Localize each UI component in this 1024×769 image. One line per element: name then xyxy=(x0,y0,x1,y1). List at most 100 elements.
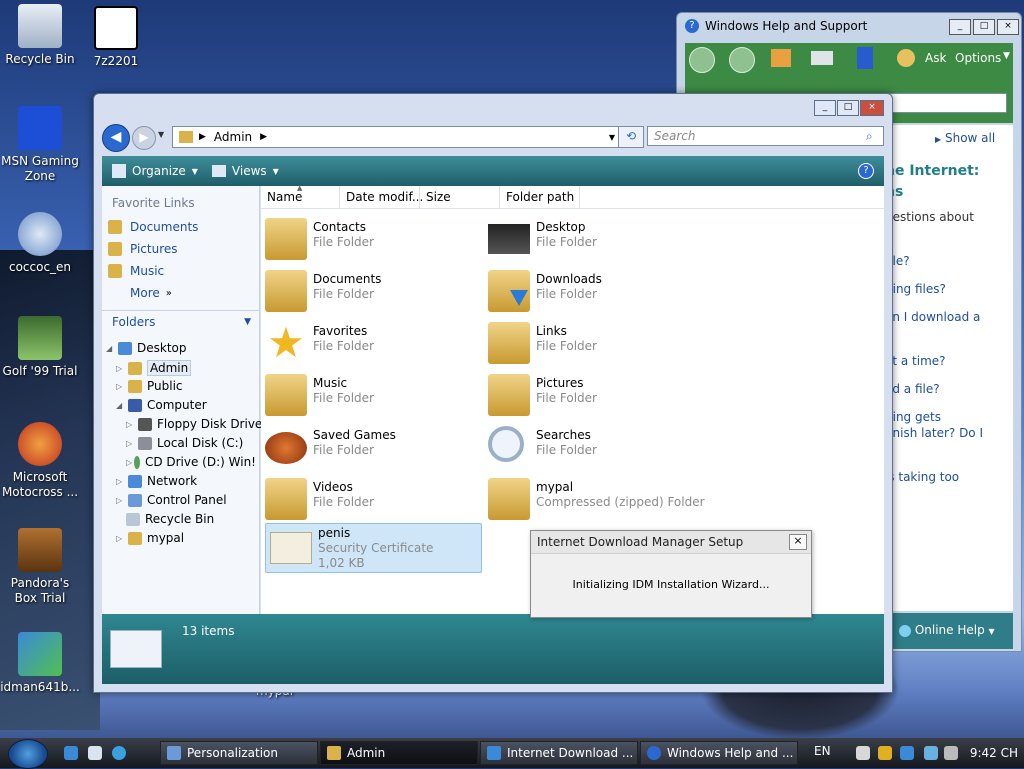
browse-help-icon[interactable] xyxy=(857,47,873,69)
maximize-button[interactable]: □ xyxy=(837,100,859,116)
ask-button[interactable]: Ask xyxy=(925,51,946,65)
help-back-icon[interactable] xyxy=(689,47,715,73)
tree-computer[interactable]: ◢ Computer xyxy=(116,398,207,412)
tree-cd-drive[interactable]: ▷ CD Drive (D:) Win! xyxy=(126,455,256,469)
tree-recycle-bin[interactable]: Recycle Bin xyxy=(126,512,214,526)
file-item-pictures[interactable]: Pictures File Folder xyxy=(484,370,699,420)
help-link[interactable]: ding gets xyxy=(885,410,941,424)
minimize-button[interactable]: _ xyxy=(949,19,971,35)
help-link[interactable]: ad a file? xyxy=(885,382,940,396)
tree-floppy[interactable]: ▷ Floppy Disk Drive xyxy=(126,417,262,431)
help-icon[interactable]: ? xyxy=(858,163,874,179)
help-link[interactable]: en I download a xyxy=(885,310,980,324)
globe-icon xyxy=(899,624,911,637)
back-button[interactable]: ◀ xyxy=(102,124,130,152)
file-item-searches[interactable]: Searches File Folder xyxy=(484,422,699,472)
recent-pages-chevron-icon[interactable]: ▼ xyxy=(158,130,164,139)
favorite-more[interactable]: More » xyxy=(130,282,259,304)
file-item-music[interactable]: Music File Folder xyxy=(261,370,476,420)
search-input[interactable]: Search xyxy=(647,126,884,146)
address-bar[interactable]: ▶ Admin ▶ ▼ xyxy=(172,126,644,148)
views-button[interactable]: Views ▼ xyxy=(211,164,279,178)
column-header-date-modified[interactable]: Date modif... xyxy=(346,190,423,204)
desktop-icon-golf[interactable]: Golf '99 Trial xyxy=(0,316,80,379)
column-header-name[interactable]: Name xyxy=(267,190,302,204)
language-indicator[interactable]: EN xyxy=(814,744,831,758)
tree-control-panel[interactable]: ▷ Control Panel xyxy=(116,493,227,507)
tray-app-icon[interactable] xyxy=(856,746,870,760)
taskbar-button-admin[interactable]: Admin xyxy=(320,741,478,765)
show-desktop-icon[interactable] xyxy=(64,746,78,760)
switch-windows-icon[interactable] xyxy=(88,746,102,760)
tree-local-disk[interactable]: ▷ Local Disk (C:) xyxy=(126,436,243,450)
help-link[interactable]: at a time? xyxy=(885,354,946,368)
file-item-downloads[interactable]: Downloads File Folder xyxy=(484,266,699,316)
clock[interactable]: 9:42 CH xyxy=(970,746,1018,760)
breadcrumb-admin[interactable]: Admin xyxy=(214,130,252,144)
file-item-favorites[interactable]: ★ Favorites File Folder xyxy=(261,318,476,368)
address-dropdown-icon[interactable]: ▼ xyxy=(609,133,615,142)
desktop-icon-label: Golf '99 Trial xyxy=(2,364,78,378)
start-button[interactable] xyxy=(8,739,48,769)
desktop-icon-recycle-bin[interactable]: Recycle Bin xyxy=(0,4,80,67)
desktop-icon-7z2201[interactable]: 7z2201 xyxy=(76,6,156,69)
desktop-icon-pandoras-box[interactable]: Pandora's Box Trial xyxy=(0,528,80,606)
favorite-documents[interactable]: Documents xyxy=(108,216,259,238)
tray-download-icon[interactable] xyxy=(900,746,914,760)
network-icon[interactable] xyxy=(924,746,938,760)
navigation-pane: Favorite Links Documents Pictures Music … xyxy=(102,186,262,614)
taskbar-button-help[interactable]: Windows Help and ... xyxy=(640,741,798,765)
desktop-icon-idman[interactable]: idman641b... xyxy=(0,632,80,695)
explorer-window-controls: _ □ × xyxy=(814,100,884,116)
column-header-size[interactable]: Size xyxy=(426,190,451,204)
show-all-link[interactable]: ▶ Show all xyxy=(935,131,995,145)
help-forward-icon[interactable] xyxy=(729,47,755,73)
security-shield-icon[interactable] xyxy=(878,746,892,760)
file-item-videos[interactable]: Videos File Folder xyxy=(261,474,476,524)
taskbar-button-idm[interactable]: Internet Download ... xyxy=(480,741,638,765)
volume-icon[interactable] xyxy=(944,746,958,760)
close-button[interactable]: × xyxy=(789,534,807,550)
chevron-down-icon: ▼ xyxy=(272,166,279,176)
options-button[interactable]: Options xyxy=(955,51,1001,65)
close-button[interactable]: × xyxy=(997,19,1019,35)
tree-network[interactable]: ▷ Network xyxy=(116,474,197,488)
favorite-pictures[interactable]: Pictures xyxy=(108,238,259,260)
help-link[interactable]: finish later? Do I xyxy=(885,426,983,440)
search-icon[interactable]: ⌕ xyxy=(866,129,873,144)
idm-setup-dialog[interactable]: Internet Download Manager Setup × Initia… xyxy=(530,530,812,618)
desktop-icon-motocross[interactable]: Microsoft Motocross ... xyxy=(0,422,80,500)
column-header-folder-path[interactable]: Folder path xyxy=(506,190,574,204)
internet-explorer-icon[interactable] xyxy=(112,746,126,760)
minimize-button[interactable]: _ xyxy=(814,100,836,116)
computer-icon xyxy=(128,398,142,412)
home-icon[interactable] xyxy=(771,49,791,67)
file-item-mypal-zip[interactable]: mypal Compressed (zipped) Folder xyxy=(484,474,724,524)
desktop-icon-coccoc[interactable]: coccoc_en xyxy=(0,212,80,275)
file-item-saved-games[interactable]: Saved Games File Folder xyxy=(261,422,476,472)
help-window-controls: _ □ × xyxy=(949,19,1019,35)
file-item-documents[interactable]: Documents File Folder xyxy=(261,266,476,316)
folders-header[interactable]: Folders ▼ xyxy=(102,310,259,333)
online-help-button[interactable]: Online Help ▼ xyxy=(899,623,995,637)
help-link[interactable]: ding files? xyxy=(885,282,946,296)
network-icon xyxy=(128,474,142,488)
desktop-icon-msn-gaming-zone[interactable]: MSN Gaming Zone xyxy=(0,106,80,184)
close-button[interactable]: × xyxy=(860,100,884,116)
file-item-desktop[interactable]: Desktop File Folder xyxy=(484,214,699,264)
favorite-music[interactable]: Music xyxy=(108,260,259,282)
forward-button[interactable]: ▶ xyxy=(132,126,156,150)
taskbar-button-personalization[interactable]: Personalization xyxy=(160,741,318,765)
file-item-certificate[interactable]: penis Security Certificate 1,02 KB xyxy=(265,523,482,573)
tree-admin[interactable]: ▷ Admin xyxy=(116,360,192,376)
file-item-contacts[interactable]: Contacts File Folder xyxy=(261,214,476,264)
print-icon[interactable] xyxy=(811,51,833,65)
refresh-button[interactable]: ⟲ xyxy=(618,126,644,148)
tree-mypal[interactable]: ▷ mypal xyxy=(116,531,184,545)
tree-desktop[interactable]: ◢ Desktop xyxy=(106,341,187,355)
organize-button[interactable]: Organize ▼ xyxy=(112,164,198,178)
maximize-button[interactable]: □ xyxy=(973,19,995,35)
help-link[interactable]: 's taking too xyxy=(885,470,959,484)
tree-public[interactable]: ▷ Public xyxy=(116,379,183,393)
file-item-links[interactable]: Links File Folder xyxy=(484,318,699,368)
